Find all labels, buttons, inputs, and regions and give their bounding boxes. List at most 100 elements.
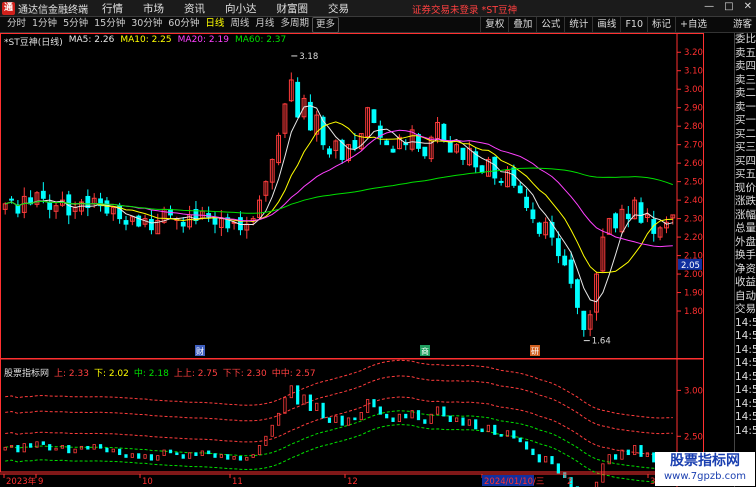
- period-tab-1[interactable]: 1分钟: [29, 17, 60, 33]
- side-panel-item-14[interactable]: 总量: [735, 222, 756, 236]
- tool-button-2[interactable]: 公式: [536, 17, 564, 33]
- period-tab-10[interactable]: 更多: [311, 16, 339, 33]
- indicator-candle-62: [397, 413, 402, 422]
- indicator-candle-46: [296, 385, 300, 405]
- tool-button-8[interactable]: 游客: [729, 17, 756, 33]
- indicator-candle-28: [181, 454, 185, 459]
- candle-body-87: [555, 238, 561, 257]
- tool-button-5[interactable]: F10: [620, 17, 647, 33]
- close-icon[interactable]: ✕: [744, 1, 752, 12]
- price-label-7: 2.50: [684, 178, 703, 188]
- side-panel-item-28[interactable]: 14:56: [735, 411, 756, 425]
- side-panel-item-23[interactable]: 14:55: [735, 344, 756, 358]
- maximize-icon[interactable]: □: [724, 1, 733, 12]
- side-panel-item-8[interactable]: 买三: [735, 141, 756, 155]
- indicator-candle-85: [544, 456, 548, 463]
- side-panel-item-10[interactable]: 买五: [735, 168, 756, 182]
- side-panel-item-17[interactable]: 净资: [735, 263, 756, 277]
- side-panel-item-20[interactable]: 交易: [735, 303, 756, 317]
- tool-button-3[interactable]: 统计: [564, 17, 592, 33]
- indicator-candle-10: [67, 445, 71, 454]
- indicator-candle-40: [257, 445, 262, 456]
- indicator-candle-68: [435, 406, 440, 415]
- tool-button-4[interactable]: 画线: [592, 17, 620, 33]
- side-panel-item-22[interactable]: 14:55: [735, 330, 756, 344]
- period-tab-8[interactable]: 月线: [252, 17, 277, 33]
- indicator-candle-35: [226, 454, 230, 460]
- candle-body-96: [613, 213, 619, 229]
- indicator-legend-item-1: 下: 2.02: [93, 369, 129, 379]
- candle-body-6: [40, 190, 46, 199]
- period-tab-5[interactable]: 60分钟: [165, 17, 202, 33]
- indicator-candle-29: [187, 452, 192, 459]
- menu-item-news[interactable]: 资讯: [184, 1, 205, 16]
- menu-item-xiangxiaoda[interactable]: 向小达: [225, 1, 257, 16]
- candle-body-66: [422, 146, 428, 157]
- ma20-line: [5, 129, 673, 248]
- menu-item-trade[interactable]: 交易: [328, 1, 349, 16]
- side-panel-item-9[interactable]: 买四: [735, 155, 756, 169]
- period-tab-3[interactable]: 15分钟: [91, 17, 128, 33]
- main-menu: 行情 市场 资讯 向小达 财富圈 交易: [102, 1, 369, 16]
- side-panel-item-16[interactable]: 换手: [735, 249, 756, 263]
- menu-item-quotes[interactable]: 行情: [102, 1, 123, 16]
- side-panel-item-24[interactable]: 14:55: [735, 357, 756, 371]
- candle-body-69: [441, 123, 447, 142]
- price-label-4: 2.80: [684, 122, 703, 132]
- period-tab-7[interactable]: 周线: [227, 17, 252, 33]
- side-panel-item-21[interactable]: 14:54: [735, 317, 756, 331]
- side-panel-item-0[interactable]: 委比: [735, 33, 756, 47]
- tool-button-0[interactable]: 复权: [480, 17, 508, 33]
- login-warning[interactable]: 证券交易未登录 *ST豆神: [412, 2, 517, 16]
- high-price-label: 3.18: [299, 52, 318, 62]
- side-panel-item-4[interactable]: 卖二: [735, 87, 756, 101]
- side-panel-item-6[interactable]: 买一: [735, 114, 756, 128]
- minimize-icon[interactable]: —: [704, 1, 714, 12]
- indicator-legend: 股票指标网 上: 2.33 下: 2.02 中: 2.18 上上: 2.75 下下: 2…: [4, 366, 316, 379]
- indicator-candle-72: [461, 417, 465, 426]
- side-panel-item-19[interactable]: 自动: [735, 290, 756, 304]
- date-label-4: 12: [347, 477, 358, 487]
- side-panel-item-3[interactable]: 卖三: [735, 74, 756, 88]
- indicator-legend-item-0: 上: 2.33: [54, 369, 89, 379]
- side-panel-item-15[interactable]: 外盘: [735, 236, 756, 250]
- side-panel-item-26[interactable]: 14:55: [735, 384, 756, 398]
- ma-legend: *ST豆神(日线) MA5: 2.26 MA10: 2.25 MA20: 2.19 M…: [4, 35, 286, 48]
- side-panel-item-5[interactable]: 卖一: [735, 101, 756, 115]
- period-tab-4[interactable]: 30分钟: [128, 17, 165, 33]
- candle-body-70: [447, 141, 453, 153]
- side-panel-item-25[interactable]: 14:55: [735, 371, 756, 385]
- kline-chart[interactable]: 3.20 3.10 3.00 2.90 2.80 2.70 2.60 2.50 2.40 2.30…: [0, 33, 704, 487]
- period-tab-9[interactable]: 多周期: [277, 17, 312, 33]
- side-panel-item-2[interactable]: 卖四: [735, 60, 756, 74]
- side-panel-item-27[interactable]: 14:56: [735, 398, 756, 412]
- period-tab-2[interactable]: 5分钟: [60, 17, 91, 33]
- side-panel-item-1[interactable]: 卖五: [735, 47, 756, 61]
- indicator-candle-8: [54, 447, 58, 451]
- side-panel-item-12[interactable]: 涨跌: [735, 195, 756, 209]
- band-upper: [5, 396, 673, 456]
- side-panel-item-11[interactable]: 现价: [735, 182, 756, 196]
- side-panel-item-18[interactable]: 收益: [735, 276, 756, 290]
- side-panel-item-7[interactable]: 买二: [735, 128, 756, 142]
- side-panel-item-29[interactable]: 14:56: [735, 425, 756, 439]
- indicator-candle-70: [448, 415, 452, 422]
- indicator-candle-100: [639, 445, 643, 457]
- price-label-3: 2.90: [684, 104, 703, 114]
- menu-item-market[interactable]: 市场: [143, 1, 164, 16]
- tool-button-7[interactable]: +自选: [675, 17, 711, 33]
- indicator-candle-24: [156, 455, 160, 461]
- title-bar: 通 通达信金融终端 行情 市场 资讯 向小达 财富圈 交易 证券交易未登录 *S…: [0, 0, 756, 17]
- indicator-candle-38: [245, 456, 249, 461]
- indicator-candle-39: [251, 454, 255, 458]
- indicator-candle-18: [118, 448, 122, 456]
- menu-item-wealth-circle[interactable]: 财富圈: [277, 1, 309, 16]
- period-tab-0[interactable]: 分时: [4, 17, 29, 33]
- tool-button-1[interactable]: 叠加: [508, 17, 536, 33]
- indicator-candle-81: [518, 437, 522, 443]
- period-tab-6[interactable]: 日线: [202, 17, 227, 33]
- side-panel-item-13[interactable]: 涨幅: [735, 209, 756, 223]
- tool-button-6[interactable]: 标记: [647, 17, 675, 33]
- event-marker-2: 研: [531, 347, 539, 356]
- indicator-legend-item-5: 中中: 2.57: [271, 369, 316, 379]
